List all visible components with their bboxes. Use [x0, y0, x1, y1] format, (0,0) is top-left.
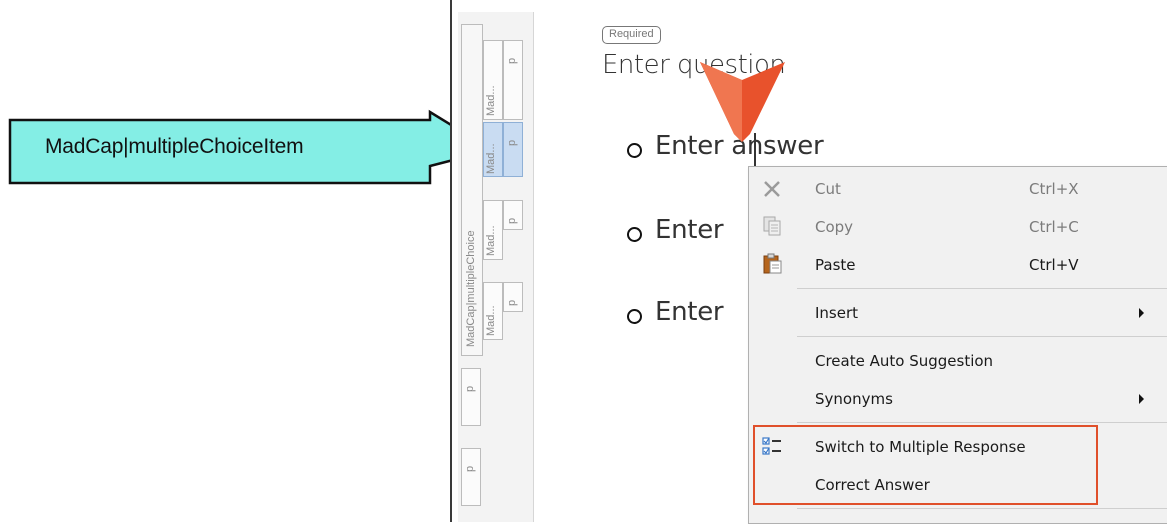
- answer-text[interactable]: Enter: [655, 215, 724, 245]
- menu-item-copy[interactable]: Copy Ctrl+C: [749, 211, 1167, 243]
- menu-item-paste[interactable]: Paste Ctrl+V: [749, 249, 1167, 281]
- menu-item-synonyms[interactable]: Synonyms: [749, 383, 1167, 415]
- menu-item-label: Synonyms: [815, 390, 893, 408]
- structure-bar-p-label: p: [464, 385, 476, 392]
- structure-bar-tag-label: Mad...: [485, 225, 497, 256]
- arrow-pointer-icon: [700, 62, 785, 142]
- structure-bar-outer-label: MadCap|multipleChoice: [465, 230, 477, 347]
- menu-item-label: Paste: [815, 256, 856, 274]
- menu-separator: [797, 422, 1167, 423]
- menu-item-label: Insert: [815, 304, 859, 322]
- menu-item-shortcut: Ctrl+C: [1029, 218, 1079, 236]
- copy-icon: [763, 216, 781, 236]
- submenu-arrow-icon: [1139, 394, 1144, 404]
- highlight-box: [753, 425, 1098, 505]
- menu-item-create-auto-suggestion[interactable]: Create Auto Suggestion: [749, 345, 1167, 377]
- radio-button-icon[interactable]: [627, 227, 642, 242]
- structure-bar-p-label: p: [464, 465, 476, 472]
- menu-item-label: Create Auto Suggestion: [815, 352, 994, 370]
- menu-item-label: Cut: [815, 180, 841, 198]
- menu-item-label: Copy: [815, 218, 854, 236]
- paste-icon: [763, 253, 782, 274]
- menu-separator: [797, 508, 1167, 509]
- menu-separator: [797, 336, 1167, 337]
- structure-bar-p-label: p: [506, 57, 518, 64]
- structure-bar-tag-label: Mad...: [485, 305, 497, 336]
- menu-item-shortcut: Ctrl+V: [1029, 256, 1079, 274]
- answer-text[interactable]: Enter: [655, 297, 724, 327]
- callout-label: MadCap|multipleChoiceItem: [45, 135, 304, 158]
- menu-item-insert[interactable]: Insert: [749, 297, 1167, 329]
- submenu-arrow-icon: [1139, 308, 1144, 318]
- structure-bar-tag-label: Mad...: [485, 143, 497, 174]
- required-tag: Required: [602, 26, 661, 44]
- callout-shape: [8, 109, 496, 185]
- menu-item-cut[interactable]: Cut Ctrl+X: [749, 173, 1167, 205]
- structure-bar-tag-label: Mad...: [485, 85, 497, 116]
- structure-bar-p-label: p: [506, 139, 518, 146]
- menu-item-shortcut: Ctrl+X: [1029, 180, 1079, 198]
- menu-separator: [797, 288, 1167, 289]
- radio-button-icon[interactable]: [627, 143, 642, 158]
- radio-button-icon[interactable]: [627, 309, 642, 324]
- structure-bar-p-label: p: [506, 299, 518, 306]
- structure-bar-p-label: p: [506, 217, 518, 224]
- cut-icon: [764, 181, 780, 197]
